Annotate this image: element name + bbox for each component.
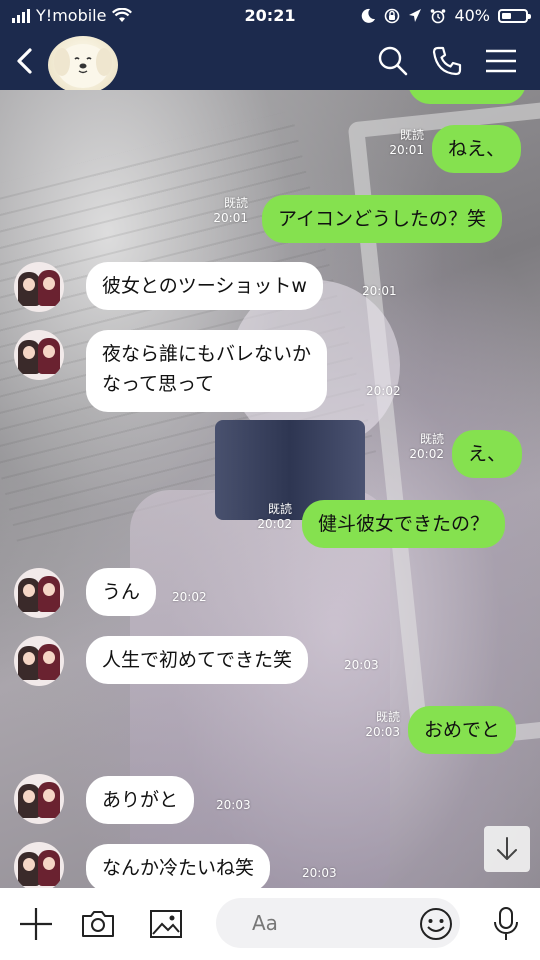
message-bubble-outgoing[interactable]: 健斗彼女できたの？ [302,500,506,548]
arrow-down-icon [497,837,517,860]
message-time: 20:02 [366,384,401,398]
read-receipt: 既読 [399,128,424,142]
emoji-icon[interactable] [418,906,454,942]
rotation-lock-icon [385,8,400,23]
message-line: 夜なら誰にもバレないか [102,343,312,365]
phone-icon[interactable] [430,44,464,78]
message-bubble-outgoing[interactable]: え、 [452,430,523,478]
message-bubble-incoming[interactable]: 夜なら誰にもバレないか なって思って [86,330,328,412]
message-time: 20:01 [213,211,248,225]
message-bubble-outgoing[interactable]: ねえ、 [432,125,522,173]
message-time: 20:02 [257,517,292,531]
camera-icon[interactable] [80,906,116,942]
friend-avatar[interactable] [14,568,64,618]
friend-avatar[interactable] [14,636,64,686]
message-time: 20:03 [365,725,400,739]
read-receipt: 既読 [375,710,400,724]
battery-percent: 40% [454,6,490,25]
read-receipt: 既読 [419,432,444,446]
message-meta: 既読 20:01 [380,128,424,158]
friend-avatar[interactable] [14,262,64,312]
message-time: 20:03 [302,866,337,880]
message-meta: 既読 20:01 [204,196,248,226]
message-input-bar [0,888,540,960]
message-meta: 既読 20:02 [248,502,292,532]
friend-avatar[interactable] [14,842,64,888]
message-bubble-incoming[interactable]: 人生で初めてできた笑 [86,636,309,684]
message-bubble-incoming[interactable]: うん [86,568,157,616]
message-meta: 既読 20:03 [356,710,400,740]
battery-icon [498,8,531,23]
friend-avatar[interactable] [14,330,64,380]
status-right: 40% [360,6,531,25]
read-receipt: 既読 [223,196,248,210]
message-time: 20:01 [389,143,424,157]
chat-header [0,32,540,94]
alarm-icon [431,8,446,23]
message-time: 20:03 [344,658,379,672]
message-time: 20:02 [409,447,444,461]
search-icon[interactable] [376,44,410,78]
plus-icon[interactable] [18,906,54,942]
menu-icon[interactable] [484,44,518,78]
microphone-icon[interactable] [488,906,524,942]
header-actions [376,44,518,78]
message-bubble-incoming[interactable]: ありがと [86,776,195,824]
location-icon [409,8,422,22]
friend-avatar[interactable] [14,774,64,824]
scroll-to-bottom-button[interactable] [484,826,530,872]
read-receipt: 既読 [267,502,292,516]
contact-avatar[interactable] [48,36,118,94]
message-time: 20:01 [362,284,397,298]
message-bubble-outgoing[interactable]: アイコンどうしたの？笑 [262,195,503,243]
message-line: なって思って [102,373,215,395]
back-icon[interactable] [10,46,40,76]
chat-area[interactable]: 既読 20:01 ねえ、 既読 20:01 アイコンどうしたの？笑 彼女とのツー… [0,90,540,888]
message-time: 20:02 [172,590,207,604]
image-icon[interactable] [148,906,184,942]
moon-icon [362,8,376,23]
battery-fill [502,12,511,19]
status-bar: Y!mobile 20:21 40% [0,0,540,32]
message-time: 20:03 [216,798,251,812]
message-bubble-outgoing[interactable]: おめでと [408,706,517,754]
dog-avatar-icon [54,44,112,88]
message-bubble-partial[interactable] [408,90,526,104]
message-meta: 既読 20:02 [400,432,444,462]
message-bubble-incoming[interactable]: なんか冷たいね笑 [86,844,271,888]
message-bubble-incoming[interactable]: 彼女とのツーショットw [86,262,323,310]
